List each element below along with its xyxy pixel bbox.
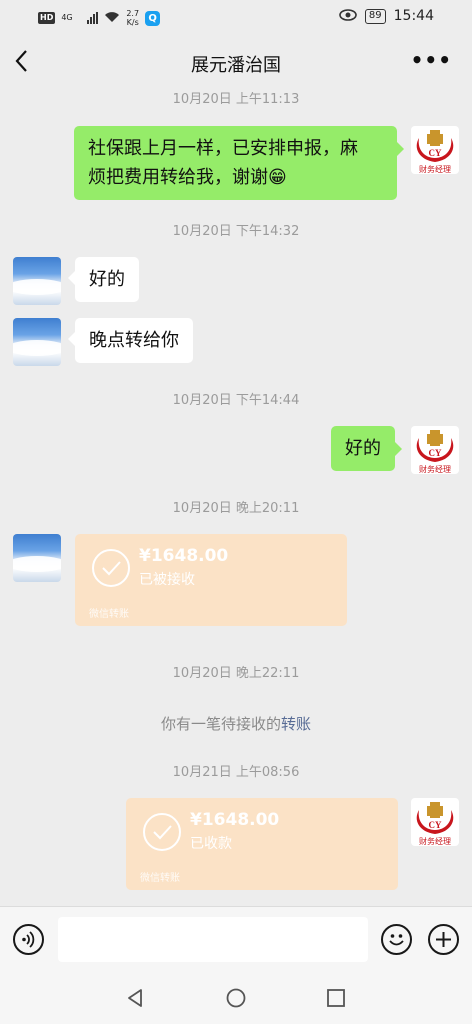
net-speed: 2.7 K/s: [126, 9, 139, 27]
logo-text: CY: [429, 148, 442, 158]
contact-avatar[interactable]: [13, 257, 61, 305]
timestamp: 10月20日 晚上22:11: [172, 666, 300, 681]
chat-header: 展元潘治国 •••: [0, 36, 472, 92]
transfer-link[interactable]: 转账: [281, 715, 311, 733]
clock: 15:44: [393, 8, 434, 24]
message-input[interactable]: [58, 917, 368, 962]
contact-avatar[interactable]: [13, 534, 61, 582]
voice-icon: [22, 931, 35, 948]
timestamp: 10月20日 上午11:13: [172, 92, 300, 107]
message-bubble-incoming[interactable]: 晚点转给你: [68, 318, 193, 363]
timestamp: 10月20日 下午14:32: [172, 224, 300, 239]
net-speed-unit: K/s: [126, 18, 139, 27]
battery-indicator: 89: [364, 8, 386, 24]
more-functions-button[interactable]: [428, 924, 459, 955]
company-logo-icon: CY 财务经理: [416, 430, 454, 474]
plus-icon: [436, 932, 451, 947]
logo-caption: 财务经理: [419, 164, 451, 174]
status-bar: HD 4G 2.7 K/s Q 89 15:44: [0, 0, 472, 36]
voice-button[interactable]: [13, 924, 44, 955]
eye-comfort-icon: [339, 8, 357, 24]
self-avatar[interactable]: CY 财务经理: [411, 426, 459, 474]
net-speed-value: 2.7: [126, 9, 140, 18]
system-notice-text: 你有一笔待接收的: [160, 715, 281, 733]
company-logo-icon: CY 财务经理: [416, 802, 454, 846]
message-text-line: 社保跟上月一样，已安排申报，麻: [88, 138, 358, 159]
transfer-status: 已被接收: [139, 572, 195, 588]
emoji-button[interactable]: [381, 924, 412, 955]
check-icon: [92, 549, 130, 587]
logo-caption: 财务经理: [419, 464, 451, 474]
transfer-card[interactable]: ¥1648.00 已收款 微信转账: [126, 798, 398, 890]
network-type: 4G: [61, 13, 73, 22]
nav-home-icon[interactable]: [225, 987, 247, 1009]
message-text-line: 烦把费用转给我，谢谢😁: [88, 167, 287, 188]
self-avatar[interactable]: CY 财务经理: [411, 798, 459, 846]
nav-back-icon[interactable]: [124, 987, 146, 1009]
more-options-button[interactable]: •••: [411, 48, 452, 72]
input-bar: [0, 906, 472, 972]
timestamp: 10月21日 上午08:56: [172, 765, 300, 780]
nav-recents-icon[interactable]: [325, 987, 347, 1009]
logo-caption: 财务经理: [419, 836, 451, 846]
transfer-status: 已收款: [190, 836, 232, 852]
timestamp: 10月20日 下午14:44: [172, 393, 300, 408]
message-bubble-outgoing[interactable]: 社保跟上月一样，已安排申报，麻 烦把费用转给我，谢谢😁: [74, 126, 404, 200]
transfer-card[interactable]: ¥1648.00 已被接收 微信转账: [75, 534, 347, 626]
transfer-brand: 微信转账: [140, 873, 180, 884]
signal-icon: [87, 12, 99, 24]
chat-title: 展元潘治国: [191, 55, 281, 76]
smiley-icon: [389, 934, 404, 946]
self-avatar[interactable]: CY 财务经理: [411, 126, 459, 174]
transfer-amount: ¥1648.00: [190, 810, 280, 830]
app-notification-icon: Q: [145, 10, 161, 26]
system-nav-bar: [0, 972, 472, 1024]
contact-avatar[interactable]: [13, 318, 61, 366]
message-bubble-outgoing[interactable]: 好的: [331, 426, 402, 471]
logo-text: CY: [429, 448, 442, 458]
timestamp: 10月20日 晚上20:11: [172, 501, 300, 516]
transfer-amount: ¥1648.00: [139, 546, 229, 566]
check-icon: [143, 813, 181, 851]
company-logo-icon: CY 财务经理: [416, 130, 454, 174]
transfer-brand: 微信转账: [89, 609, 129, 620]
logo-text: CY: [429, 820, 442, 830]
message-bubble-incoming[interactable]: 好的: [68, 257, 139, 302]
system-notice: 你有一笔待接收的转账: [0, 713, 472, 734]
wifi-icon: [104, 11, 120, 26]
message-list[interactable]: 10月20日 上午11:13 社保跟上月一样，已安排申报，麻 烦把费用转给我，谢…: [0, 92, 472, 906]
hd-badge: HD: [38, 12, 56, 24]
